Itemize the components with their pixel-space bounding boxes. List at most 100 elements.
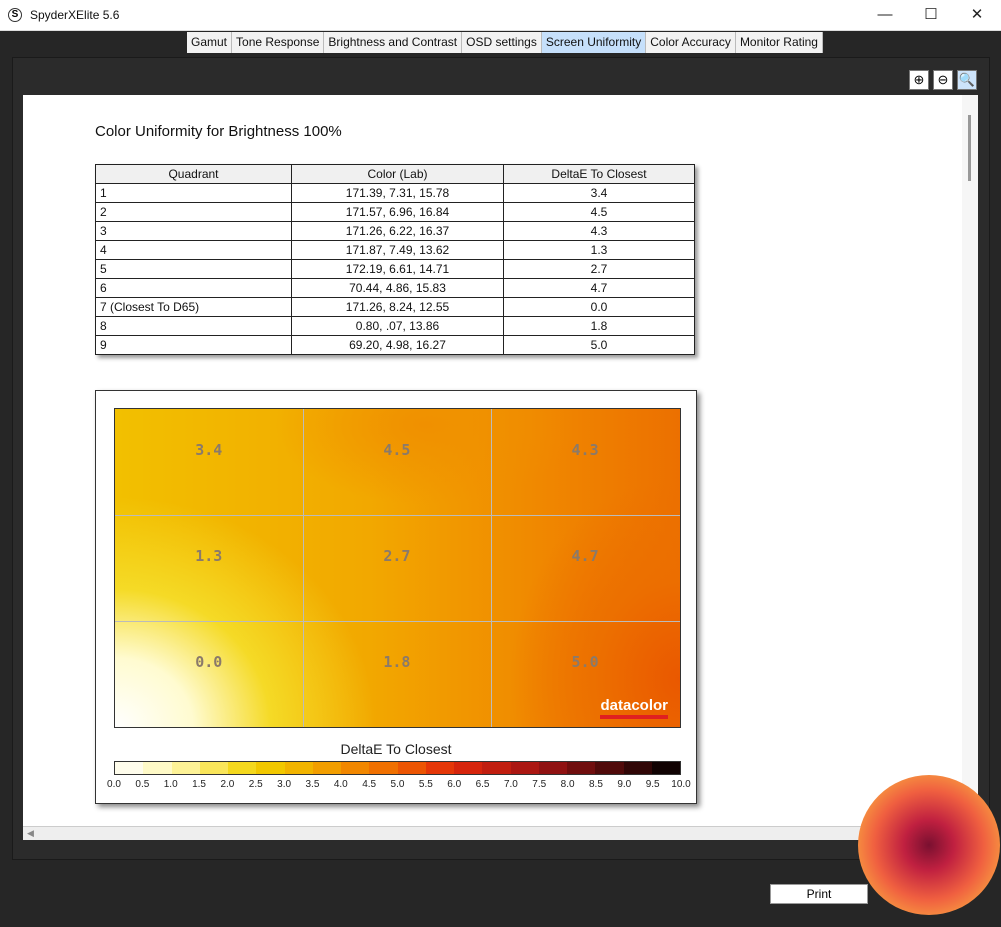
tab-tone-response[interactable]: Tone Response [232,32,325,53]
table-row: 4 171.87, 7.49, 13.62 1.3 [95,240,695,260]
maximize-button[interactable]: ☐ [908,4,954,26]
table-row: 6 70.44, 4.86, 15.83 4.7 [95,278,695,298]
colorbar-tick-label: 6.0 [447,779,462,790]
grid-line [491,409,493,727]
colorbar [114,761,681,775]
heatmap-cell-label: 3.4 [195,441,223,460]
deltae-cell: 4.7 [503,278,695,298]
colorbar-tick-label: 8.0 [560,779,575,790]
colorbar-segment [425,762,454,774]
deltae-cell: 1.3 [503,240,695,260]
uniformity-chart: datacolor 3.4 4.5 4.3 1.3 2.7 4.7 0.0 1.8 5.0 De… [95,390,697,804]
window-title: SpyderXElite 5.6 [30,8,120,22]
colorbar-tick-label: 8.5 [588,779,603,790]
tab-gamut[interactable]: Gamut [187,32,233,53]
colorbar-segment [284,762,313,774]
uniformity-table: Quadrant Color (Lab) DeltaE To Closest 1… [95,164,695,355]
lab-cell: 171.26, 6.22, 16.37 [291,221,504,241]
report-heading: Color Uniformity for Brightness 100% [95,123,342,140]
deltae-cell: 0.0 [503,297,695,317]
colorbar-tick-label: 7.0 [503,779,518,790]
heatmap-cell-label: 0.0 [195,653,223,672]
minimize-button[interactable]: — [862,4,908,26]
report-content: Color Uniformity for Brightness 100% Qua… [23,95,978,840]
heatmap-cell-label: 2.7 [383,547,411,566]
table-row: 1 171.39, 7.31, 15.78 3.4 [95,183,695,203]
heatmap-cell-label: 5.0 [571,653,599,672]
colorbar-tick-label: 1.0 [163,779,178,790]
quadrant-cell: 2 [95,202,292,222]
table-row: 5 172.19, 6.61, 14.71 2.7 [95,259,695,279]
tab-osd-settings[interactable]: OSD settings [462,32,542,53]
deltae-cell: 4.5 [503,202,695,222]
quadrant-cell: 3 [95,221,292,241]
heatmap-plot: datacolor 3.4 4.5 4.3 1.3 2.7 4.7 0.0 1.8 5.0 [114,408,681,728]
colorbar-tick-label: 6.5 [475,779,490,790]
grid-line [303,409,305,727]
vertical-scrollbar[interactable] [962,95,978,826]
watermark-logo [858,775,1000,915]
colorbar-segment [651,762,680,774]
column-header: Color (Lab) [291,164,504,184]
quadrant-cell: 9 [95,335,292,355]
grid-line [115,620,680,622]
lab-cell: 70.44, 4.86, 15.83 [291,278,504,298]
lab-cell: 171.26, 8.24, 12.55 [291,297,504,317]
lab-cell: 171.39, 7.31, 15.78 [291,183,504,203]
column-header: Quadrant [95,164,292,184]
tab-brightness-and-contrast[interactable]: Brightness and Contrast [324,32,463,53]
colorbar-tick-label: 5.0 [390,779,405,790]
colorbar-tick-label: 0.0 [107,779,121,790]
deltae-cell: 2.7 [503,259,695,279]
deltae-cell: 4.3 [503,221,695,241]
print-button[interactable]: Print [770,884,868,904]
lab-cell: 0.80, .07, 13.86 [291,316,504,336]
lab-cell: 69.20, 4.98, 16.27 [291,335,504,355]
app-icon: S [8,8,22,22]
scroll-left-icon[interactable]: ◀ [27,828,34,839]
colorbar-tick-label: 9.5 [645,779,660,790]
colorbar-tick-label: 10.0 [671,779,691,790]
colorbar-segment [623,762,652,774]
colorbar-segment [256,762,285,774]
tab-monitor-rating[interactable]: Monitor Rating [735,32,823,53]
zoom-in-icon[interactable]: ⊕ [909,70,929,90]
heatmap-cell-label: 4.7 [571,547,599,566]
colorbar-tick-label: 5.5 [418,779,433,790]
table-row: 8 0.80, .07, 13.86 1.8 [95,316,695,336]
deltae-cell: 5.0 [503,335,695,355]
colorbar-segment [538,762,567,774]
colorbar-tick-label: 1.5 [192,779,206,790]
colorbar-tick-label: 4.5 [362,779,377,790]
heatmap-cell-label: 4.5 [383,441,411,460]
quadrant-cell: 7 (Closest To D65) [95,297,292,317]
quadrant-cell: 5 [95,259,292,279]
close-button[interactable]: ✕ [954,4,1000,26]
scroll-thumb[interactable] [968,115,971,181]
colorbar-tick-label: 4.0 [333,779,348,790]
heatmap-cell-label: 1.3 [195,547,223,566]
column-header: DeltaE To Closest [503,164,695,184]
colorbar-segment [312,762,341,774]
colorbar-tick-label: 3.5 [305,779,320,790]
tab-color-accuracy[interactable]: Color Accuracy [646,32,736,53]
colorbar-tick-label: 2.5 [248,779,263,790]
tab-screen-uniformity[interactable]: Screen Uniformity [541,32,647,53]
quadrant-cell: 8 [95,316,292,336]
colorbar-tick-label: 0.5 [135,779,150,790]
colorbar-segment [199,762,228,774]
colorbar-tick-label: 3.0 [277,779,292,790]
zoom-out-icon[interactable]: ⊖ [933,70,953,90]
colorbar-segment [369,762,398,774]
colorbar-segment [171,762,200,774]
table-row: 9 69.20, 4.98, 16.27 5.0 [95,335,695,355]
colorbar-segment [115,762,144,774]
colorbar-segment [228,762,257,774]
colorbar-ticks: 0.0 0.5 1.0 1.5 2.0 2.5 3.0 3.5 4.0 4.5 5.0 5.5 6.0 6… [107,779,691,793]
zoom-fit-icon[interactable]: 🔍 [957,70,977,90]
grid-line [115,514,680,516]
lab-cell: 172.19, 6.61, 14.71 [291,259,504,279]
deltae-cell: 1.8 [503,316,695,336]
colorbar-title: DeltaE To Closest [340,741,452,757]
horizontal-scrollbar[interactable]: ◀ [23,826,978,840]
